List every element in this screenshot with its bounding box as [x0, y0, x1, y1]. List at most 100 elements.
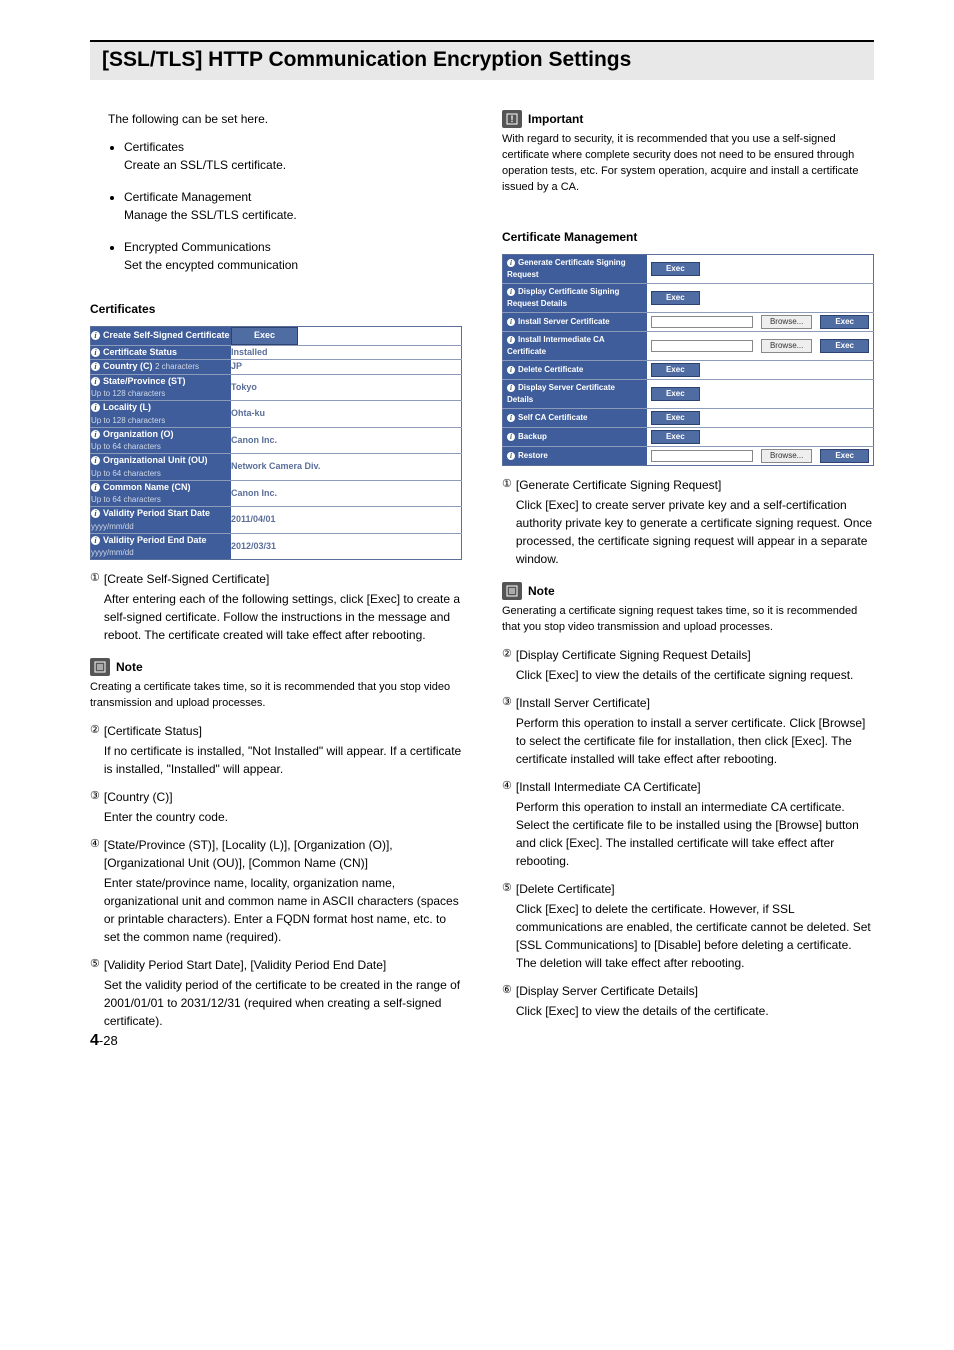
help-icon[interactable]: i — [507, 366, 515, 374]
help-icon[interactable]: i — [91, 377, 100, 386]
cm-row-label: iBackup — [503, 427, 647, 446]
item-label: [Country (C)] — [104, 790, 173, 804]
browse-button[interactable]: Browse... — [761, 339, 812, 353]
help-icon[interactable]: i — [507, 259, 515, 267]
note-heading: Note — [90, 658, 462, 676]
help-icon[interactable]: i — [91, 456, 100, 465]
numbered-item: ⑤[Delete Certificate]Click [Exec] to del… — [502, 880, 874, 972]
exec-button[interactable]: Exec — [820, 315, 869, 329]
page-title-bar: [SSL/TLS] HTTP Communication Encryption … — [90, 40, 874, 80]
item-label: [Certificate Status] — [104, 724, 202, 738]
intro-text: The following can be set here. — [108, 110, 462, 128]
cm-browse-cell: Browse... — [757, 312, 816, 331]
help-icon[interactable]: i — [91, 348, 100, 357]
item-label: [Create Self-Signed Certificate] — [104, 572, 269, 586]
cm-row-action: Exec — [647, 360, 874, 379]
note2-heading: Note — [502, 582, 874, 600]
cert-row-value: Canon Inc. — [231, 480, 462, 507]
item-label: [Display Server Certificate Details] — [516, 984, 698, 998]
help-icon[interactable]: i — [507, 336, 515, 344]
help-icon[interactable]: i — [91, 483, 100, 492]
exec-button[interactable]: Exec — [651, 411, 700, 425]
cert-row-value: Installed — [231, 345, 462, 360]
page-number-sub: -28 — [99, 1033, 118, 1048]
note-icon — [90, 658, 110, 676]
exec-button[interactable]: Exec — [651, 262, 700, 276]
cert-row-label: iState/Province (ST)Up to 128 characters — [91, 374, 232, 401]
cert-row-label: iValidity Period End Dateyyyy/mm/dd — [91, 533, 232, 560]
help-icon[interactable]: i — [91, 331, 100, 340]
cm-file-field[interactable] — [647, 331, 757, 360]
exec-button[interactable]: Exec — [651, 430, 700, 444]
item-label: [Display Certificate Signing Request Det… — [516, 648, 751, 662]
item-number: ① — [502, 476, 512, 568]
note2-title: Note — [528, 582, 555, 600]
bullet-label: Encrypted Communications — [124, 240, 271, 254]
help-icon[interactable]: i — [91, 430, 100, 439]
cm-browse-cell: Browse... — [757, 331, 816, 360]
item-label: [Validity Period Start Date], [Validity … — [104, 958, 386, 972]
cm-row-label: iInstall Intermediate CA Certificate — [503, 331, 647, 360]
numbered-item: ③[Country (C)]Enter the country code. — [90, 788, 462, 826]
important-icon: ! — [502, 110, 522, 128]
item-desc: If no certificate is installed, "Not Ins… — [104, 742, 462, 778]
help-icon[interactable]: i — [91, 362, 100, 371]
exec-button[interactable]: Exec — [651, 363, 700, 377]
item-desc: Perform this operation to install an int… — [516, 798, 874, 870]
help-icon[interactable]: i — [91, 509, 100, 518]
page-number: 4-28 — [90, 1032, 118, 1050]
cm-row-action: Exec — [647, 283, 874, 312]
certificates-heading: Certificates — [90, 300, 462, 318]
help-icon[interactable]: i — [507, 288, 515, 296]
browse-button[interactable]: Browse... — [761, 449, 812, 463]
numbered-item: ④[State/Province (ST)], [Locality (L)], … — [90, 836, 462, 946]
cm-file-field[interactable] — [647, 312, 757, 331]
help-icon[interactable]: i — [507, 433, 515, 441]
cm-browse-cell: Browse... — [757, 446, 816, 465]
cert-row-value: Canon Inc. — [231, 427, 462, 454]
item-number: ⑤ — [90, 956, 100, 1030]
cert-row-label: iCertificate Status — [91, 345, 232, 360]
cm-exec-cell: Exec — [816, 312, 873, 331]
help-icon[interactable]: i — [507, 414, 515, 422]
exec-button[interactable]: Exec — [820, 339, 869, 353]
exec-button[interactable]: Exec — [651, 387, 700, 401]
cert-row-value: 2011/04/01 — [231, 507, 462, 534]
help-icon[interactable]: i — [507, 452, 515, 460]
numbered-item: ④[Install Intermediate CA Certificate]Pe… — [502, 778, 874, 870]
item-label: [Delete Certificate] — [516, 882, 615, 896]
intro-bullet: CertificatesCreate an SSL/TLS certificat… — [124, 138, 462, 174]
cm-row-label: iSelf CA Certificate — [503, 408, 647, 427]
exec-button[interactable]: Exec — [231, 327, 298, 345]
item-number: ⑥ — [502, 982, 512, 1020]
note2-text: Generating a certificate signing request… — [502, 604, 874, 636]
bullet-label: Certificate Management — [124, 190, 251, 204]
note-icon — [502, 582, 522, 600]
numbered-item: ⑥[Display Server Certificate Details]Cli… — [502, 982, 874, 1020]
help-icon[interactable]: i — [91, 536, 100, 545]
help-icon[interactable]: i — [507, 318, 515, 326]
right-column: ! Important With regard to security, it … — [502, 110, 874, 1030]
item-desc: Click [Exec] to create server private ke… — [516, 496, 874, 568]
help-icon[interactable]: i — [507, 384, 515, 392]
help-icon[interactable]: i — [91, 403, 100, 412]
item-number: ⑤ — [502, 880, 512, 972]
item-number: ① — [90, 570, 100, 644]
item-desc: Click [Exec] to view the details of the … — [516, 666, 874, 684]
svg-text:!: ! — [511, 114, 514, 124]
browse-button[interactable]: Browse... — [761, 315, 812, 329]
cert-row-value: Exec — [231, 327, 462, 346]
cert-row-value: Ohta-ku — [231, 401, 462, 428]
cm-file-field[interactable] — [647, 446, 757, 465]
item-number: ③ — [502, 694, 512, 768]
item-number: ② — [502, 646, 512, 684]
exec-button[interactable]: Exec — [651, 291, 700, 305]
item-number: ② — [90, 722, 100, 778]
item-label: [State/Province (ST)], [Locality (L)], [… — [104, 838, 393, 870]
cm-row-label: iDisplay Server Certificate Details — [503, 379, 647, 408]
item-label: [Generate Certificate Signing Request] — [516, 478, 721, 492]
cm-row-action: Exec — [647, 254, 874, 283]
cert-management-heading: Certificate Management — [502, 228, 874, 246]
exec-button[interactable]: Exec — [820, 449, 869, 463]
important-heading: ! Important — [502, 110, 874, 128]
